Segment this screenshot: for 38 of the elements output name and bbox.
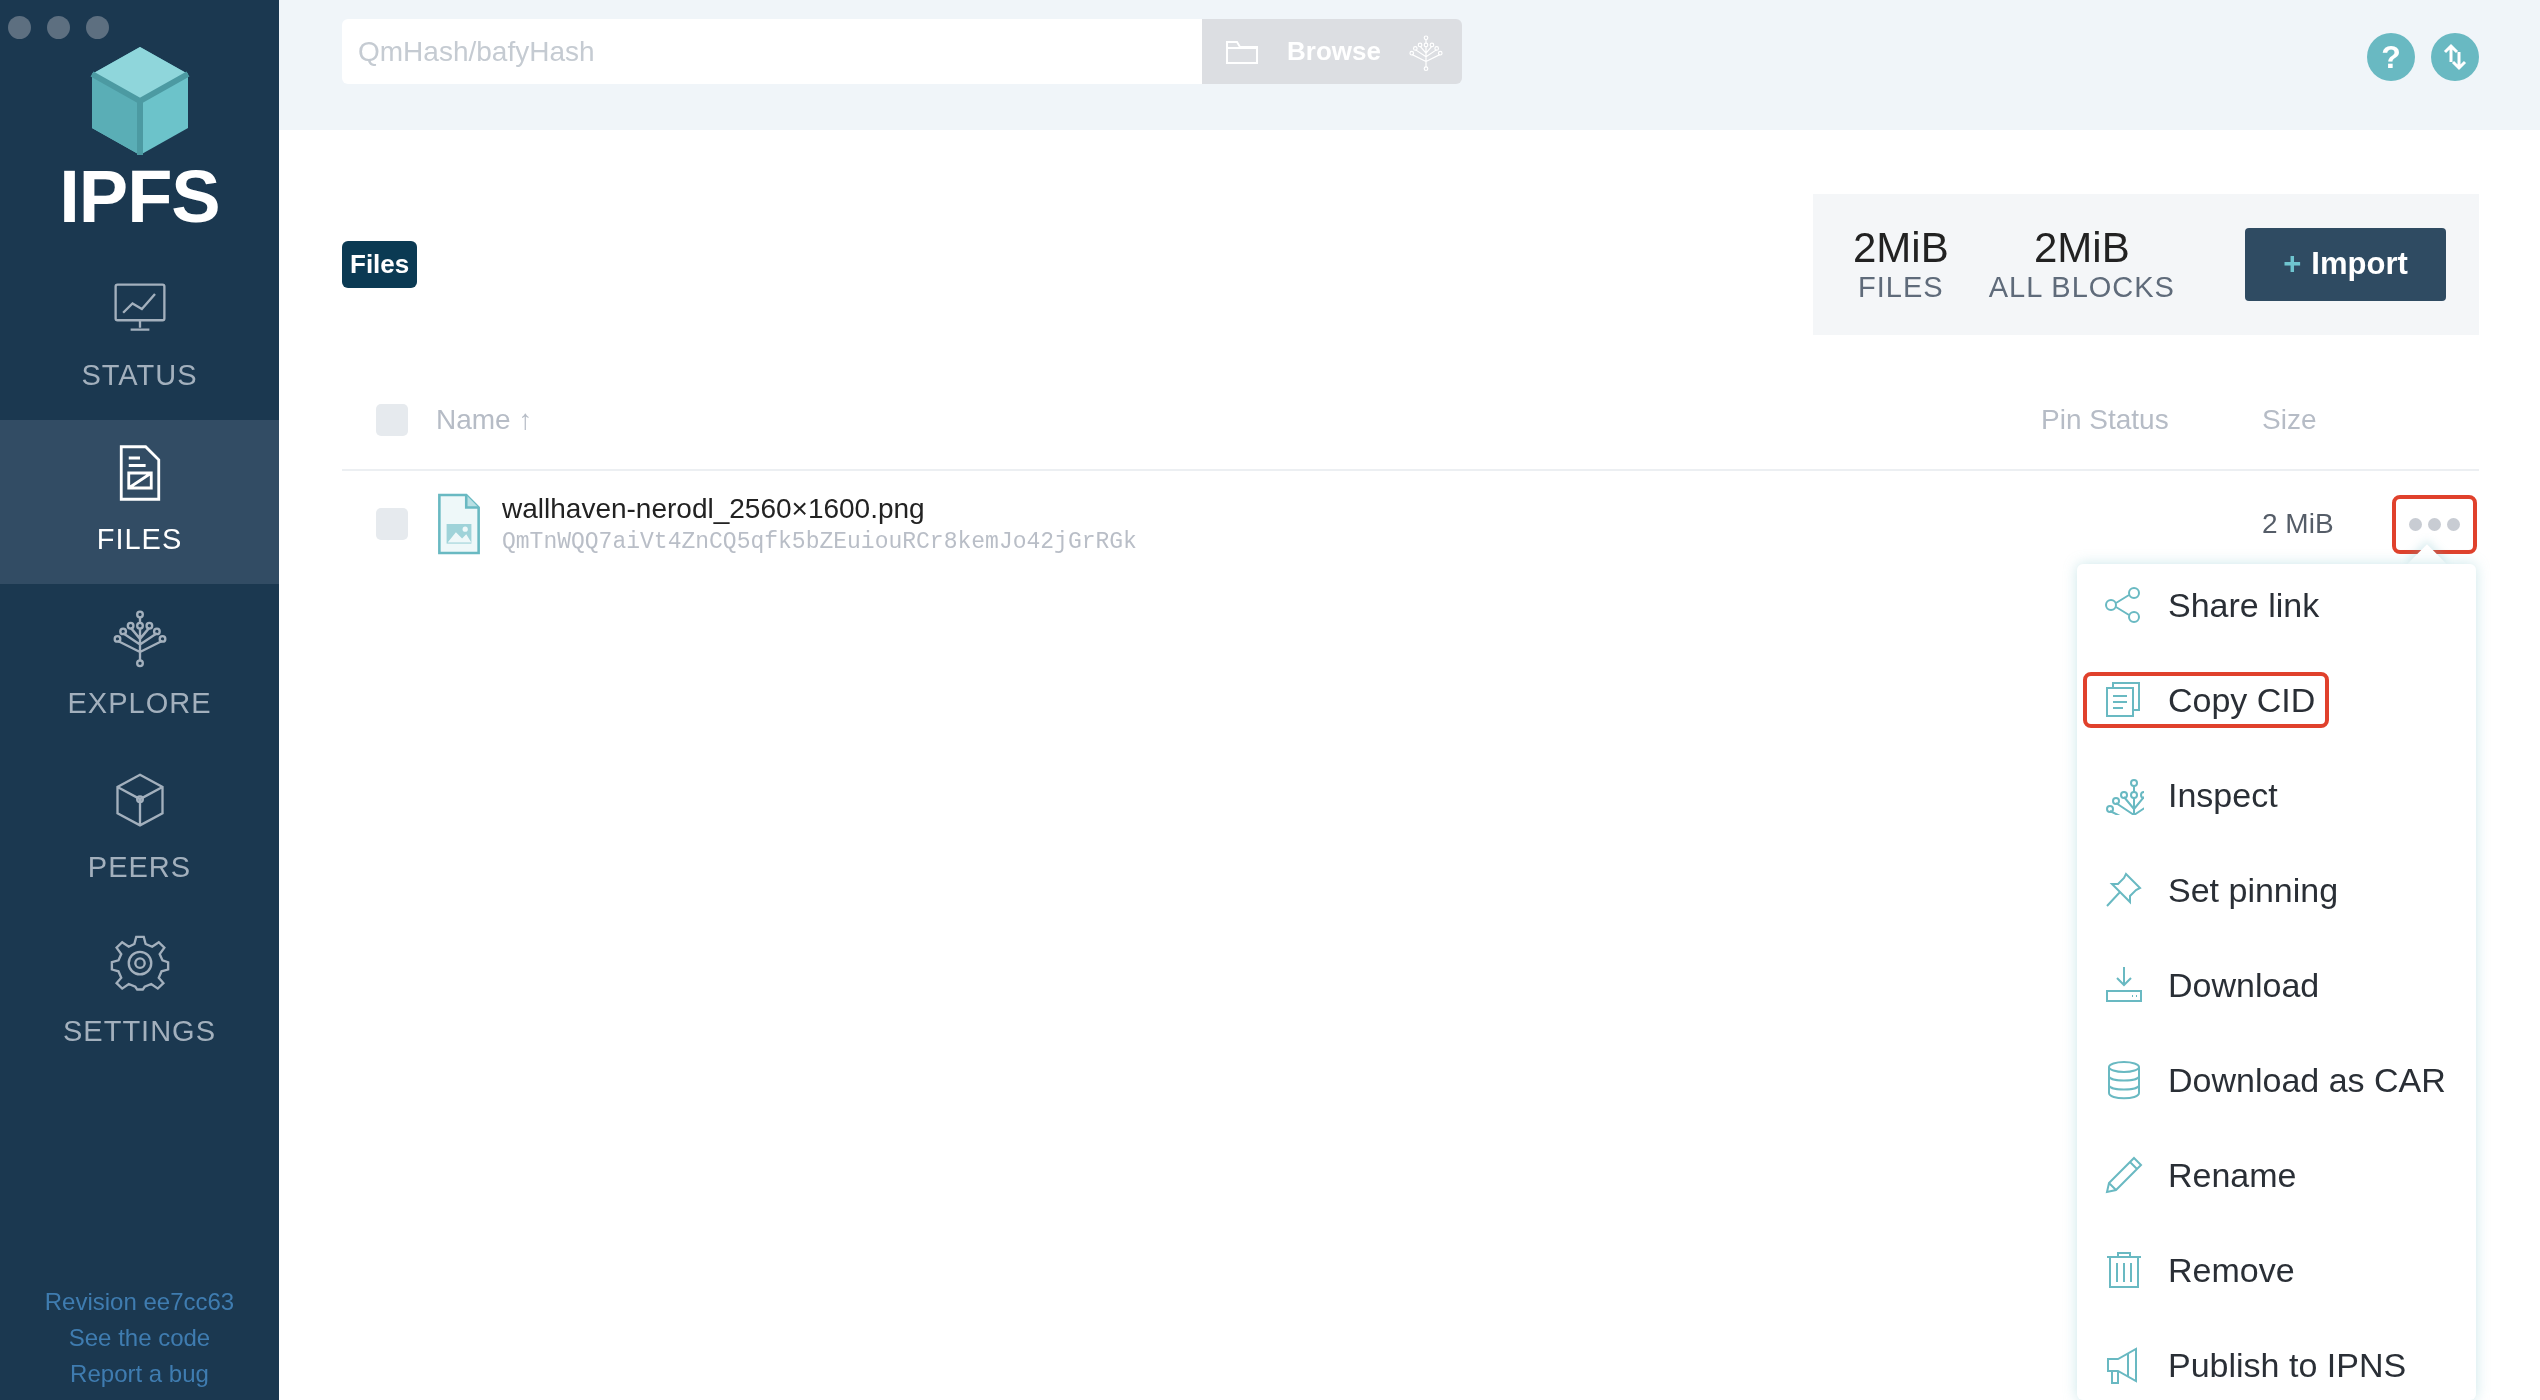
menu-item[interactable]: Rename [2083, 1147, 2311, 1203]
window-zoom-control[interactable] [86, 16, 109, 39]
file-size: 2 MiB [2262, 508, 2334, 539]
menu-item[interactable]: Inspect [2083, 767, 2292, 823]
window-minimize-control[interactable] [47, 16, 70, 39]
menu-item[interactable]: Download [2083, 957, 2334, 1013]
file-name[interactable]: wallhaven-nerodl_2560×1600.png [502, 491, 1137, 527]
window-close-control[interactable] [8, 16, 31, 39]
hash-search-field[interactable]: QmHash/bafyHash [342, 19, 1202, 84]
more-options-button[interactable] [2392, 494, 2477, 554]
stat-label: FILES [1858, 269, 1944, 304]
menu-item[interactable]: Set pinning [2083, 862, 2353, 918]
sidebar-nav-item[interactable]: FILES [0, 420, 279, 584]
breadcrumb[interactable]: Files [342, 241, 418, 288]
branching-tree-icon [1408, 32, 1444, 71]
menu-item[interactable]: Copy CID [2083, 672, 2330, 728]
stat-label: ALL BLOCKS [1988, 269, 2175, 304]
row-checkbox[interactable] [376, 508, 408, 540]
image-file-icon [436, 493, 482, 555]
pencil-icon [2104, 1155, 2144, 1195]
select-all-checkbox[interactable] [376, 403, 408, 436]
stat-value: 2MiB [2033, 225, 2130, 270]
download-tray-icon [2104, 965, 2144, 1005]
import-button[interactable]: + Import [2245, 228, 2446, 301]
app-logo-text: IPFS [59, 157, 220, 237]
trash-icon [2104, 1250, 2144, 1290]
up-down-arrows-icon [2441, 42, 2469, 72]
menu-item[interactable]: Remove [2083, 1242, 2309, 1298]
menu-item[interactable]: Publish to IPNS [2083, 1337, 2421, 1393]
file-cid: QmTnWQQ7aiVt4ZnCQ5qfk5bZEuiouRCr8kemJo42jGrRGk [502, 528, 1137, 557]
menu-item[interactable]: Share link [2083, 577, 2334, 633]
sidebar-nav-item[interactable]: STATUS [0, 256, 279, 420]
stat-value: 2MiB [1853, 225, 1949, 270]
menu-item[interactable]: Download as CAR [2083, 1052, 2460, 1108]
sidebar-nav-item[interactable]: PEERS [0, 748, 279, 912]
sync-button[interactable] [2431, 33, 2479, 81]
sidebar-nav-item[interactable]: SETTINGS [0, 912, 279, 1076]
sidebar-nav-item[interactable]: EXPLORE [0, 584, 279, 748]
